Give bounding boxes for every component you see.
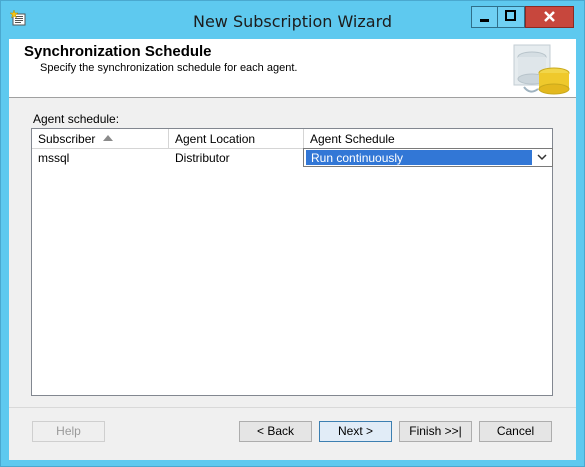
agent-schedule-grid[interactable]: Subscriber Agent Location Agent Schedule…	[31, 128, 553, 396]
page-header: Synchronization Schedule Specify the syn…	[9, 39, 576, 98]
close-button[interactable]	[525, 6, 574, 28]
database-schedule-icon	[513, 44, 570, 95]
subscriber-cell: mssql	[38, 151, 70, 165]
column-header-agent-schedule-label: Agent Schedule	[310, 132, 395, 146]
column-header-subscriber-label: Subscriber	[38, 132, 96, 146]
table-row[interactable]: mssql Distributor Run continuously	[32, 148, 553, 167]
column-header-subscriber[interactable]: Subscriber	[32, 129, 169, 148]
minimize-button[interactable]	[471, 6, 498, 28]
page-subtitle: Specify the synchronization schedule for…	[40, 62, 298, 74]
column-header-agent-location-label: Agent Location	[175, 132, 256, 146]
wizard-body: Synchronization Schedule Specify the syn…	[9, 39, 576, 460]
help-button[interactable]: Help	[32, 421, 105, 442]
maximize-button[interactable]	[498, 6, 525, 28]
agent-schedule-selected-value: Run continuously	[306, 150, 532, 165]
finish-button[interactable]: Finish >>|	[399, 421, 472, 442]
sort-ascending-icon	[103, 135, 113, 141]
cancel-button[interactable]: Cancel	[479, 421, 552, 442]
wizard-window: New Subscription Wizard Synchronization …	[0, 0, 585, 467]
agent-schedule-label: Agent schedule:	[33, 112, 120, 126]
agent-location-cell: Distributor	[175, 151, 230, 165]
title-bar[interactable]: New Subscription Wizard	[1, 1, 584, 39]
column-header-agent-schedule[interactable]: Agent Schedule	[304, 129, 552, 148]
back-button[interactable]: < Back	[239, 421, 312, 442]
page-title: Synchronization Schedule	[24, 43, 212, 60]
grid-header: Subscriber Agent Location Agent Schedule	[32, 129, 552, 149]
chevron-down-icon[interactable]	[534, 151, 550, 164]
next-button[interactable]: Next >	[319, 421, 392, 442]
maximize-icon	[505, 10, 516, 21]
minimize-icon	[480, 19, 489, 22]
agent-schedule-dropdown[interactable]: Run continuously	[303, 148, 553, 167]
close-icon	[544, 11, 555, 22]
column-header-agent-location[interactable]: Agent Location	[169, 129, 304, 148]
footer-divider	[9, 407, 576, 408]
